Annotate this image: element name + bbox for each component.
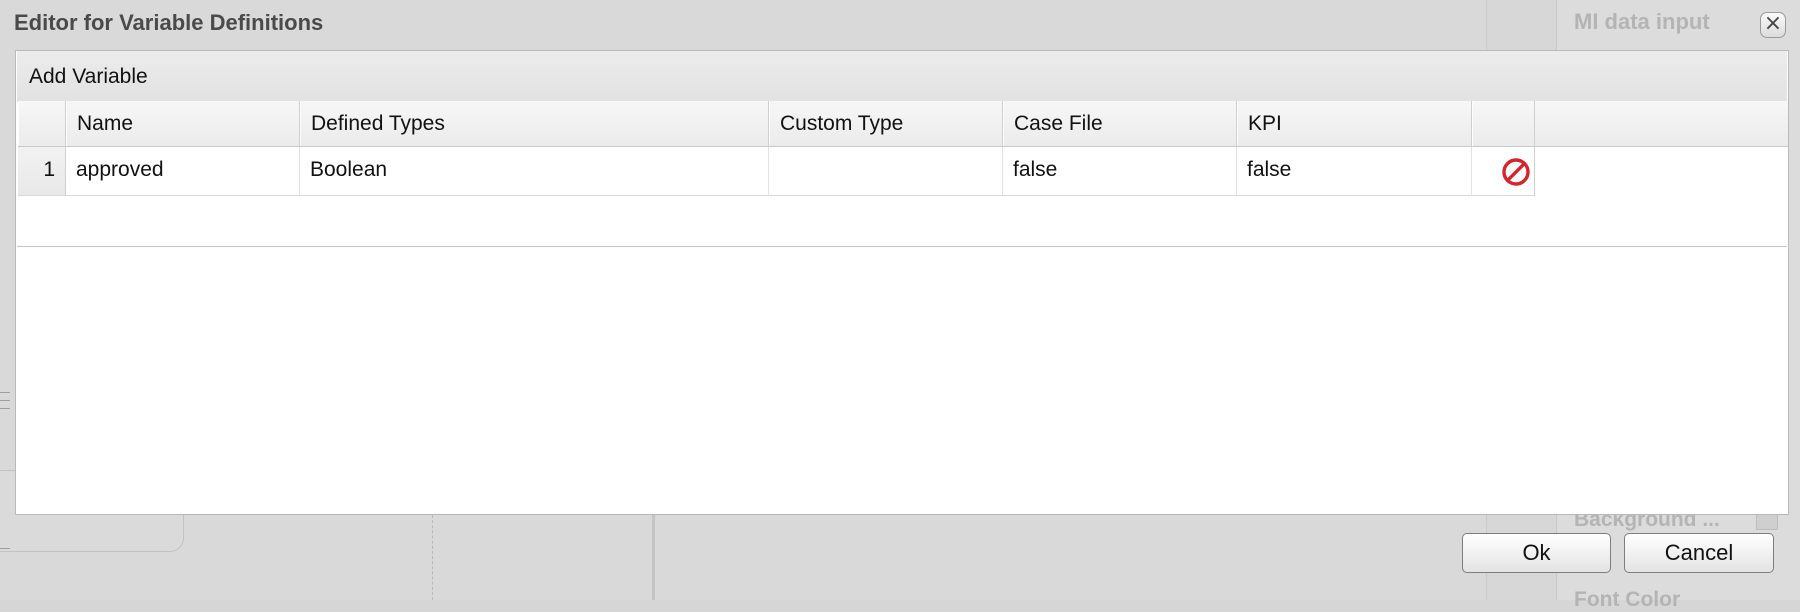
dialog-title: Editor for Variable Definitions xyxy=(14,10,324,35)
cell-case-file[interactable]: false xyxy=(1003,147,1237,195)
table-row[interactable]: 1 approved Boolean false false xyxy=(18,147,1535,196)
add-variable-button[interactable]: Add Variable xyxy=(29,65,148,89)
cell-name[interactable]: approved xyxy=(66,147,300,195)
dialog-content: Add Variable Name Defined Types Custom T… xyxy=(15,50,1789,515)
variable-definitions-dialog: Editor for Variable Definitions × Add Va… xyxy=(0,0,1789,600)
column-header-kpi[interactable]: KPI xyxy=(1237,101,1472,146)
column-header-custom-type[interactable]: Custom Type xyxy=(769,101,1003,146)
grid-header-row: Name Defined Types Custom Type Case File… xyxy=(18,101,1788,147)
cell-custom-type[interactable] xyxy=(769,147,1003,195)
close-button[interactable]: × xyxy=(1760,12,1786,38)
cell-defined-type[interactable]: Boolean xyxy=(300,147,769,195)
row-number: 1 xyxy=(18,147,66,195)
close-icon: × xyxy=(1763,11,1783,36)
column-header-case-file[interactable]: Case File xyxy=(1003,101,1237,146)
delete-icon[interactable] xyxy=(1501,157,1531,187)
column-header-actions xyxy=(1472,101,1535,146)
variables-grid: Add Variable Name Defined Types Custom T… xyxy=(17,51,1788,247)
column-header-name[interactable]: Name xyxy=(66,101,300,146)
grid-toolbar: Add Variable xyxy=(17,51,1787,102)
column-header-defined-types[interactable]: Defined Types xyxy=(300,101,769,146)
ok-button[interactable]: Ok xyxy=(1462,533,1611,573)
cancel-button[interactable]: Cancel xyxy=(1624,533,1774,573)
column-header-row-number xyxy=(18,101,66,146)
cell-kpi[interactable]: false xyxy=(1237,147,1472,195)
